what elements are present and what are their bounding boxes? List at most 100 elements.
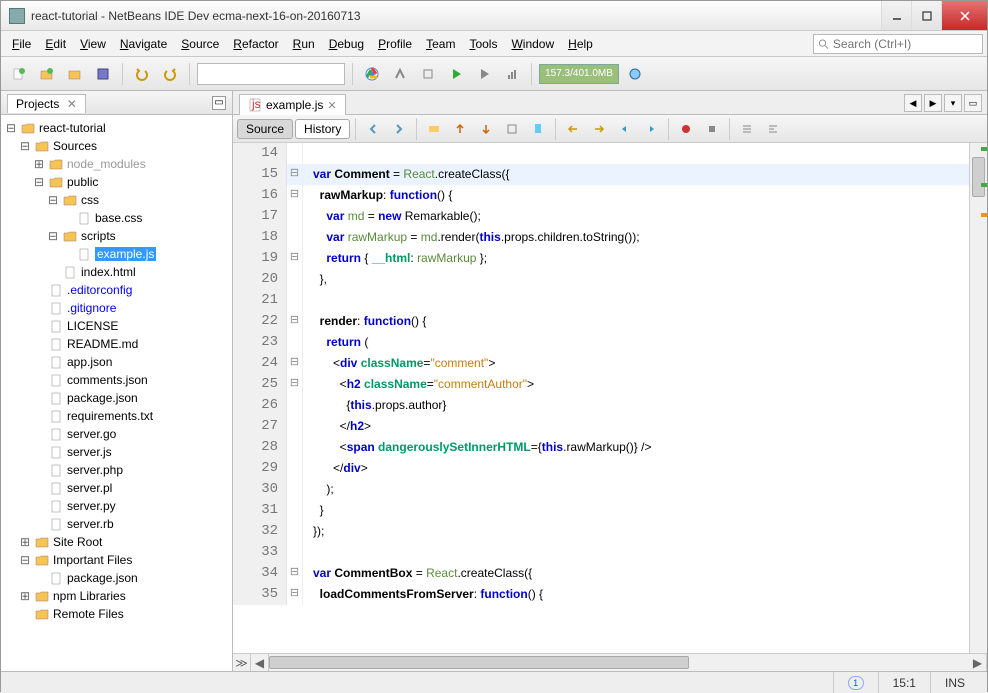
tree-expander[interactable]: ⊟ [19,553,31,568]
prev-bookmark-button[interactable] [561,117,585,141]
nav-back-button[interactable] [361,117,385,141]
code-line[interactable]: render: function() { [303,311,426,332]
code-line[interactable] [303,143,313,164]
code-line[interactable]: } [303,500,324,521]
tree-expander[interactable]: ⊟ [19,139,31,154]
redo-button[interactable] [158,62,182,86]
tree-item[interactable]: ⊞Site Root [1,533,232,551]
code-line[interactable]: var rawMarkup = md.render(this.props.chi… [303,227,640,248]
next-bookmark-button[interactable] [587,117,611,141]
tree-expander[interactable]: ⊟ [5,121,17,136]
tree-expander[interactable]: ⊟ [47,229,59,244]
quick-search-box[interactable] [813,34,983,54]
menu-profile[interactable]: Profile [371,33,419,55]
save-all-button[interactable] [91,62,115,86]
tree-item[interactable]: example.js [1,245,232,263]
find-selection-button[interactable] [422,117,446,141]
quick-search-input[interactable] [833,37,978,51]
tree-item[interactable]: ⊞node_modules [1,155,232,173]
code-line[interactable]: <h2 className="commentAuthor"> [303,374,534,395]
undo-button[interactable] [130,62,154,86]
line-number[interactable]: 15 [233,164,287,185]
tree-item[interactable]: server.py [1,497,232,515]
line-number[interactable]: 31 [233,500,287,521]
close-tab-icon[interactable]: ✕ [327,99,336,112]
memory-gauge[interactable]: 157.3/401.0MB [539,64,619,84]
tree-item[interactable]: package.json [1,569,232,587]
maximize-editor-button[interactable]: ▭ [964,94,982,112]
gc-button[interactable] [623,62,647,86]
tree-item[interactable]: ⊟react-tutorial [1,119,232,137]
code-line[interactable]: ); [303,479,334,500]
chrome-icon[interactable] [360,62,384,86]
tree-item[interactable]: requirements.txt [1,407,232,425]
tree-expander[interactable]: ⊟ [47,193,59,208]
menu-team[interactable]: Team [419,33,462,55]
code-line[interactable]: var CommentBox = React.createClass({ [303,563,532,584]
line-number[interactable]: 29 [233,458,287,479]
fold-toggle[interactable]: ⊟ [287,374,303,395]
tab-scroll-left-button[interactable]: ◀ [904,94,922,112]
tree-item[interactable]: .gitignore [1,299,232,317]
shift-right-button[interactable] [639,117,663,141]
tree-item[interactable]: comments.json [1,371,232,389]
clean-build-button[interactable] [416,62,440,86]
line-number[interactable]: 18 [233,227,287,248]
fold-toggle[interactable] [287,500,303,521]
fold-toggle[interactable]: ⊟ [287,164,303,185]
code-line[interactable] [303,542,313,563]
tree-item[interactable]: base.css [1,209,232,227]
line-number[interactable]: 22 [233,311,287,332]
fold-toggle[interactable] [287,395,303,416]
project-tree[interactable]: ⊟react-tutorial⊟Sources⊞node_modules⊟pub… [1,115,232,671]
line-number[interactable]: 28 [233,437,287,458]
menu-run[interactable]: Run [286,33,322,55]
code-line[interactable]: </div> [303,458,368,479]
tree-item[interactable]: README.md [1,335,232,353]
line-number[interactable]: 16 [233,185,287,206]
scrollbar-thumb[interactable] [972,157,985,197]
build-button[interactable] [388,62,412,86]
line-number[interactable]: 34 [233,563,287,584]
find-prev-button[interactable] [448,117,472,141]
nav-forward-button[interactable] [387,117,411,141]
tree-item[interactable]: ⊞npm Libraries [1,587,232,605]
find-next-button[interactable] [474,117,498,141]
toggle-bookmark-button[interactable] [526,117,550,141]
tree-item[interactable]: server.js [1,443,232,461]
tree-expander[interactable]: ⊞ [33,157,45,172]
fold-toggle[interactable] [287,332,303,353]
tree-item[interactable]: ⊟scripts [1,227,232,245]
file-tab-example-js[interactable]: js example.js ✕ [239,94,346,115]
horizontal-scrollbar[interactable]: ≫ ◀ ▶ [233,653,987,671]
tree-item[interactable]: LICENSE [1,317,232,335]
tree-item[interactable]: index.html [1,263,232,281]
tree-expander[interactable]: ⊞ [19,535,31,550]
fold-toggle[interactable] [287,521,303,542]
open-project-button[interactable] [63,62,87,86]
menu-file[interactable]: File [5,33,38,55]
tree-item[interactable]: .editorconfig [1,281,232,299]
profile-button[interactable] [500,62,524,86]
line-number[interactable]: 20 [233,269,287,290]
fold-toggle[interactable] [287,479,303,500]
menu-navigate[interactable]: Navigate [113,33,174,55]
config-combo[interactable] [197,63,345,85]
code-line[interactable]: {this.props.author} [303,395,446,416]
notification-badge[interactable]: 1 [848,676,864,690]
tree-item[interactable]: package.json [1,389,232,407]
fold-toggle[interactable] [287,227,303,248]
code-line[interactable]: rawMarkup: function() { [303,185,452,206]
window-maximize-button[interactable] [911,1,941,30]
menu-source[interactable]: Source [174,33,226,55]
fold-toggle[interactable] [287,143,303,164]
run-button[interactable] [444,62,468,86]
code-line[interactable]: <span dangerouslySetInnerHTML={this.rawM… [303,437,651,458]
tree-expander[interactable]: ⊟ [33,175,45,190]
tab-scroll-right-button[interactable]: ▶ [924,94,942,112]
tree-item[interactable]: server.rb [1,515,232,533]
code-line[interactable]: }); [303,521,324,542]
window-close-button[interactable] [941,1,987,30]
code-line[interactable]: }, [303,269,327,290]
code-line[interactable]: return { __html: rawMarkup }; [303,248,487,269]
